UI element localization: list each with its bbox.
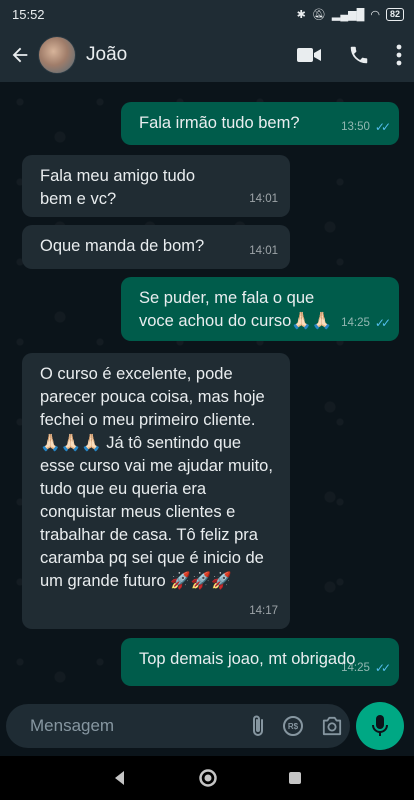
message-text: Fala meu amigo tudo bem e vc?: [40, 167, 196, 208]
header-actions: [296, 44, 402, 66]
message-bubble[interactable]: Se puder, me fala o que voce achou do cu…: [121, 277, 399, 341]
microphone-icon: [372, 715, 388, 736]
more-options-icon[interactable]: [396, 44, 402, 66]
message-bubble[interactable]: Top demais joao, mt obrigado 14:25 ✓✓: [121, 638, 399, 686]
camera-icon[interactable]: [321, 716, 343, 736]
phone-icon[interactable]: [348, 44, 370, 66]
composer-actions: R$: [251, 714, 343, 738]
message-bubble[interactable]: Fala irmão tudo bem? 13:50 ✓✓: [121, 102, 399, 145]
chat-area[interactable]: Fala irmão tudo bem? 13:50 ✓✓ Fala meu a…: [0, 82, 414, 700]
message-time: 14:25: [341, 662, 370, 674]
message-text: O curso é excelente, pode parecer pouca …: [40, 365, 273, 590]
chat-header: João: [0, 28, 414, 82]
nav-back-icon[interactable]: [112, 770, 128, 786]
nav-home-icon[interactable]: [198, 768, 218, 788]
status-bar: 15:52 ✱ 🔕︎ ▂▄▆█ ◠ 82: [0, 0, 414, 28]
message-bubble[interactable]: Oque manda de bom? 14:01: [22, 225, 290, 269]
message-text: Oque manda de bom?: [40, 237, 205, 255]
video-call-icon[interactable]: [296, 45, 322, 65]
message-time: 14:01: [249, 193, 278, 205]
mute-icon: 🔕︎: [311, 8, 326, 21]
system-nav-bar: [0, 756, 414, 800]
message-bubble[interactable]: Fala meu amigo tudo bem e vc? 14:01: [22, 155, 290, 217]
status-time: 15:52: [12, 6, 45, 22]
message-time: 14:01: [249, 245, 278, 257]
attach-icon[interactable]: [251, 714, 265, 738]
message-meta: 14:25 ✓✓: [341, 657, 391, 680]
message-time: 14:17: [249, 605, 278, 617]
nav-recents-icon[interactable]: [288, 771, 302, 785]
message-text: Se puder, me fala o que voce achou do cu…: [139, 289, 333, 330]
message-time: 13:50: [341, 121, 370, 133]
message-text: Fala irmão tudo bem?: [139, 114, 300, 132]
message-text: Top demais joao, mt obrigado: [139, 650, 356, 668]
message-meta: 14:01: [249, 188, 278, 211]
signal-icon: ▂▄▆█: [331, 8, 365, 21]
message-composer: R$: [6, 704, 350, 748]
avatar[interactable]: [38, 36, 76, 74]
back-button[interactable]: [6, 41, 34, 69]
status-icons: ✱ 🔕︎ ▂▄▆█ ◠ 82: [296, 7, 404, 21]
wifi-icon: ◠: [370, 8, 380, 21]
message-meta: 14:25 ✓✓: [341, 312, 391, 335]
message-meta: 13:50 ✓✓: [341, 116, 391, 139]
arrow-left-icon: [12, 47, 28, 63]
read-receipt-icon: ✓✓: [374, 120, 391, 134]
battery-icon: 82: [385, 7, 404, 21]
read-receipt-icon: ✓✓: [374, 661, 391, 675]
message-meta: 14:01: [249, 240, 278, 263]
message-time: 14:25: [341, 317, 370, 329]
contact-name[interactable]: João: [86, 44, 296, 66]
bluetooth-icon: ✱: [296, 8, 306, 21]
voice-message-button[interactable]: [356, 702, 404, 750]
message-bubble[interactable]: O curso é excelente, pode parecer pouca …: [22, 353, 290, 629]
payment-icon[interactable]: R$: [283, 716, 303, 736]
message-meta: 14:17: [249, 600, 278, 623]
read-receipt-icon: ✓✓: [374, 316, 391, 330]
message-input[interactable]: [30, 716, 251, 736]
